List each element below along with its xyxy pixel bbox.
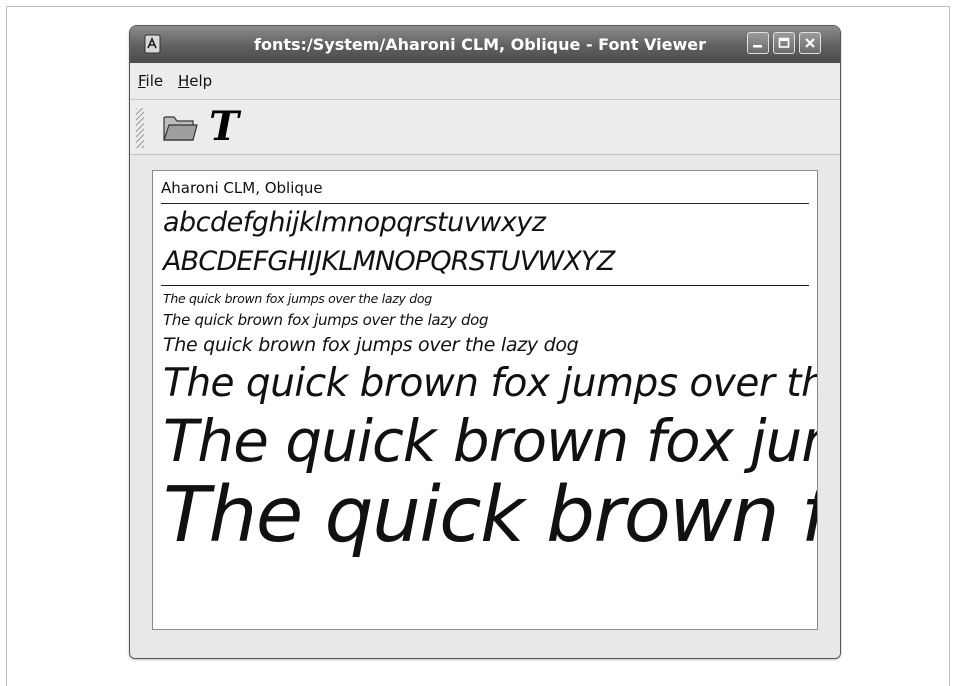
- open-button[interactable]: [162, 112, 198, 144]
- sample-text-line: The quick brown fox jumps over the lazy …: [163, 291, 432, 306]
- font-preview-pane: Aharoni CLM, Oblique abcdefghijklmnopqrs…: [152, 170, 818, 630]
- maximize-icon: [778, 37, 790, 48]
- uppercase-alphabet: ABCDEFGHIJKLMNOPQRSTUVWXYZ: [163, 246, 615, 277]
- title-bar[interactable]: fonts:/System/Aharoni CLM, Oblique - Fon…: [130, 26, 840, 64]
- window-title: fonts:/System/Aharoni CLM, Oblique - Fon…: [254, 35, 706, 54]
- close-button[interactable]: [799, 32, 821, 54]
- menu-file-mnemonic: F: [138, 72, 146, 90]
- sample-text-line: The quick brown fox jumps over the lazy …: [163, 471, 817, 560]
- minimize-button[interactable]: [747, 32, 769, 54]
- sample-text-line: The quick brown fox jumps over the lazy …: [163, 407, 817, 475]
- folder-open-icon: [163, 116, 198, 141]
- menu-help-mnemonic: H: [178, 72, 190, 90]
- font-button[interactable]: T: [204, 104, 244, 150]
- maximize-button[interactable]: [773, 32, 795, 54]
- divider: [161, 285, 809, 286]
- font-viewer-window: fonts:/System/Aharoni CLM, Oblique - Fon…: [129, 25, 841, 659]
- menu-bar: File Help: [130, 63, 840, 100]
- menu-file-label: ile: [145, 72, 164, 90]
- menu-file[interactable]: File: [138, 63, 163, 99]
- lowercase-alphabet: abcdefghijklmnopqrstuvwxyz: [163, 207, 546, 238]
- menu-help[interactable]: Help: [178, 63, 212, 99]
- font-name-label: Aharoni CLM, Oblique: [161, 179, 323, 197]
- menu-help-label: elp: [189, 72, 213, 90]
- close-icon: [805, 38, 815, 48]
- toolbar: T: [130, 100, 840, 155]
- content-area: Aharoni CLM, Oblique abcdefghijklmnopqrs…: [130, 155, 840, 658]
- sample-text-line: The quick brown fox jumps over the lazy …: [163, 311, 489, 329]
- font-icon: T: [209, 103, 239, 150]
- toolbar-grip-handle[interactable]: [136, 108, 144, 148]
- divider: [161, 203, 809, 204]
- sample-text-line: The quick brown fox jumps over the lazy …: [163, 361, 817, 406]
- sample-text-line: The quick brown fox jumps over the lazy …: [163, 334, 579, 356]
- app-icon[interactable]: [142, 33, 164, 55]
- minimize-icon: [753, 45, 762, 48]
